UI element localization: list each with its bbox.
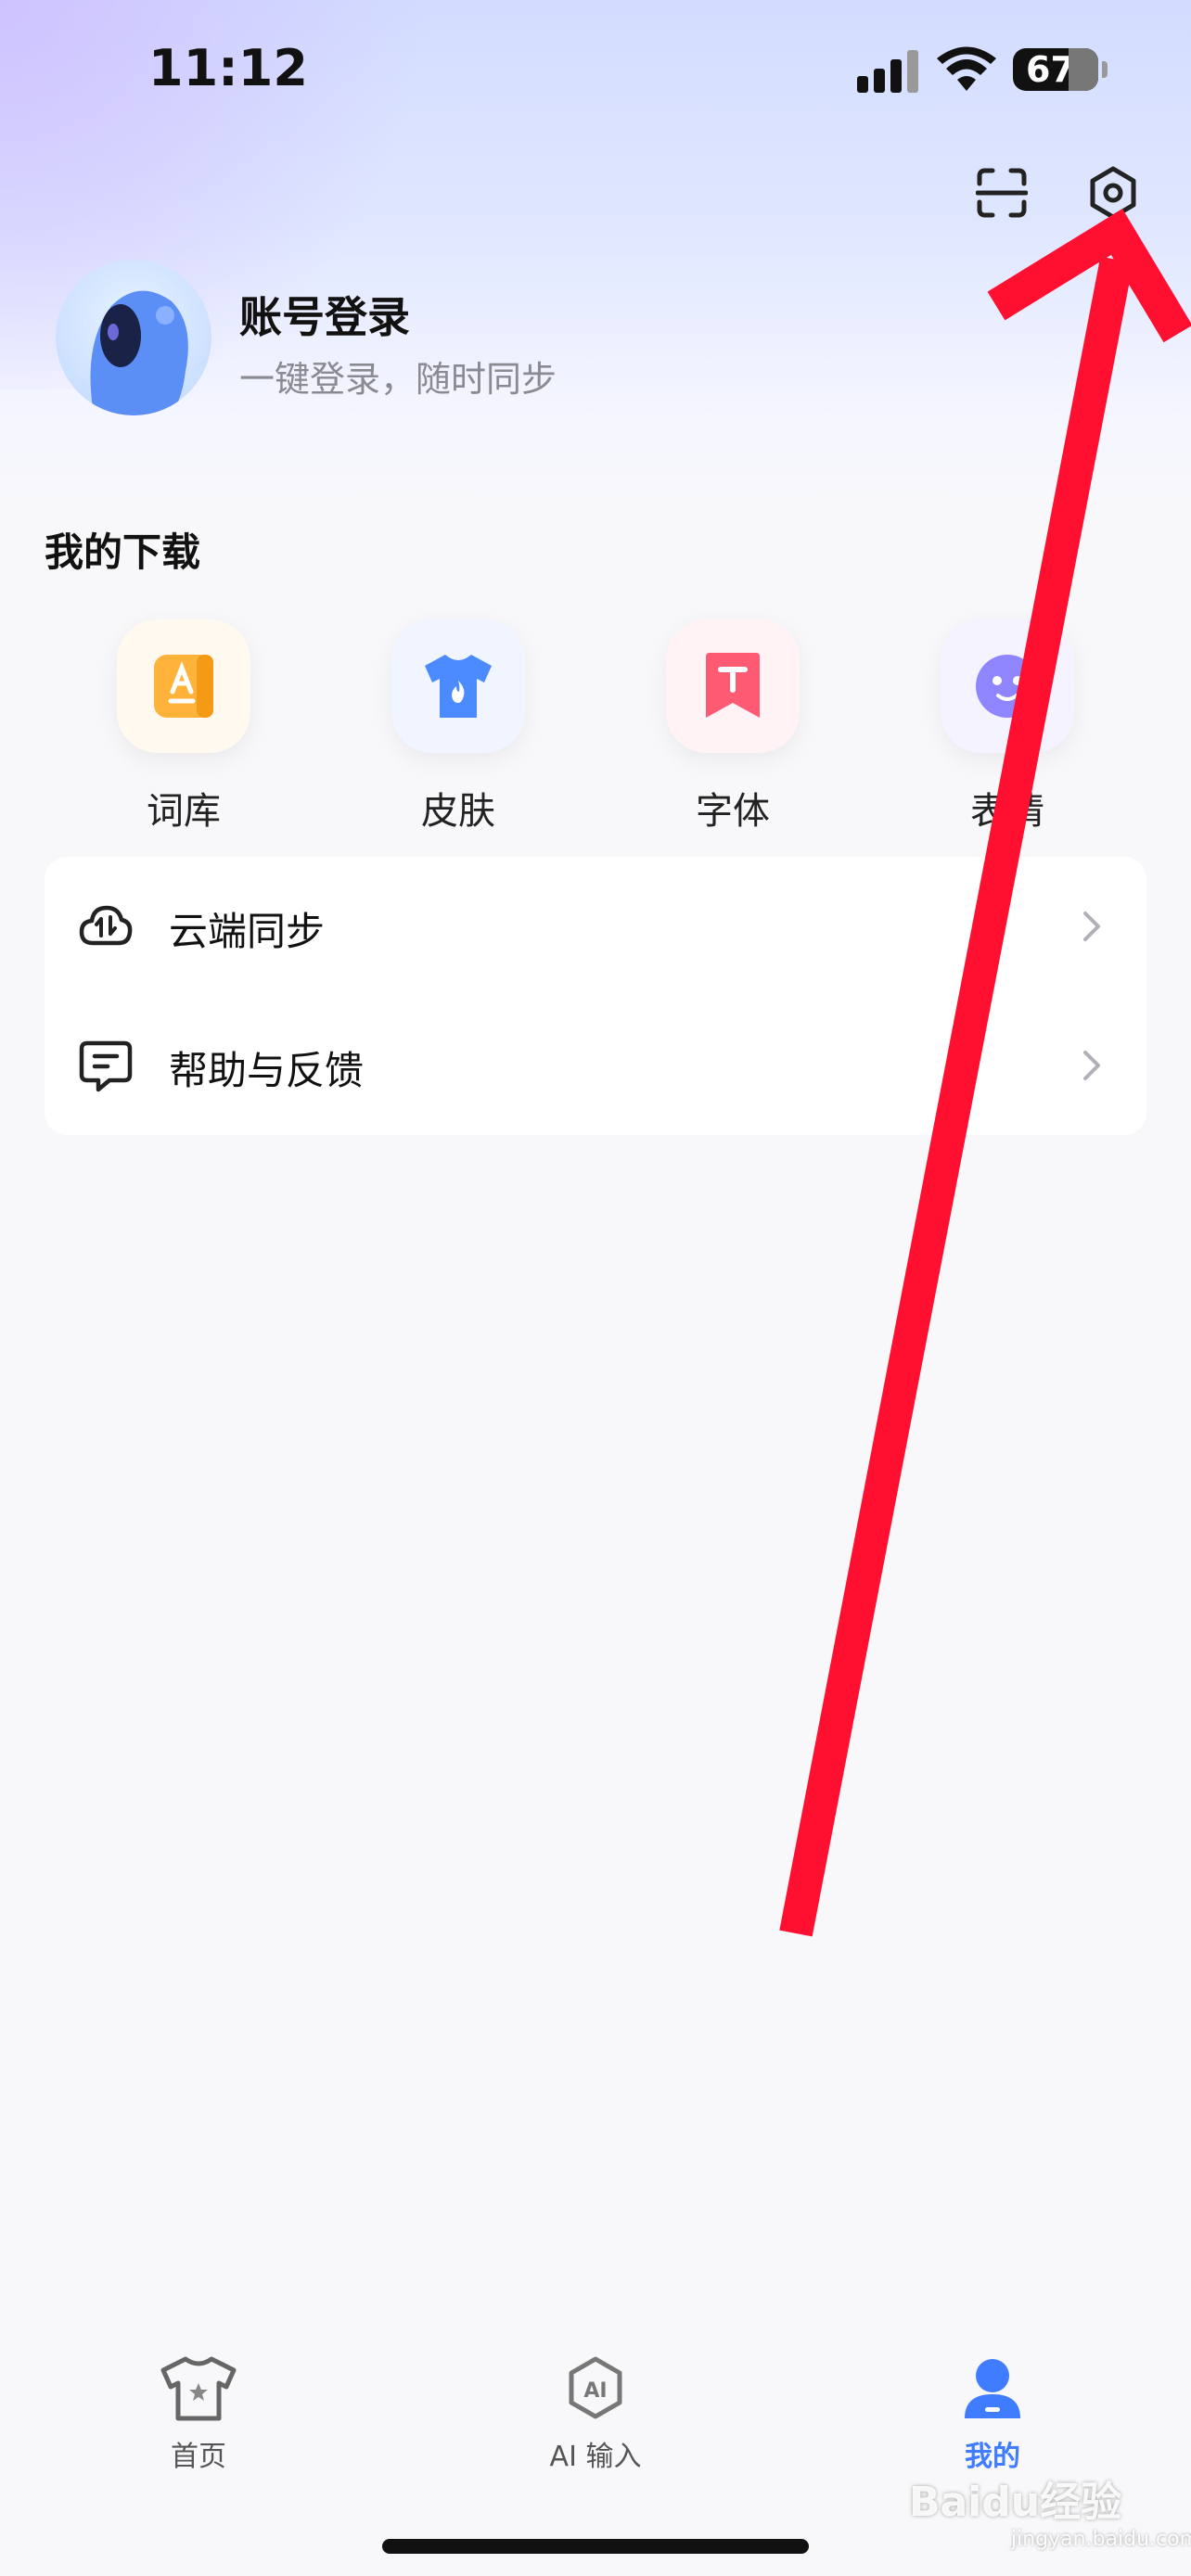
- download-item-font[interactable]: 字体: [640, 619, 826, 842]
- account-title[interactable]: 账号登录: [239, 284, 410, 345]
- cellular-signal-icon: [857, 50, 918, 93]
- battery-level: 67: [1026, 49, 1075, 90]
- chevron-right-icon: [1083, 1051, 1100, 1080]
- home-tshirt-icon: [160, 2356, 237, 2421]
- cloud-sync-icon: [79, 905, 133, 946]
- svg-text:AI: AI: [583, 2379, 607, 2403]
- battery-indicator: 67: [1013, 48, 1108, 91]
- profile-icon: [965, 2359, 1020, 2418]
- menu-card: 云端同步 帮助与反馈: [45, 857, 1146, 1135]
- menu-item-cloud-sync[interactable]: 云端同步: [45, 857, 1146, 996]
- emoji-icon: [976, 655, 1039, 718]
- download-label: 皮肤: [421, 790, 495, 833]
- tab-home[interactable]: 首页: [96, 2355, 301, 2485]
- download-label: 表情: [970, 790, 1044, 833]
- menu-item-label: 云端同步: [169, 909, 326, 954]
- home-indicator[interactable]: [382, 2539, 809, 2554]
- mascot-avatar-icon: [90, 290, 188, 415]
- tab-profile[interactable]: 我的: [890, 2355, 1095, 2485]
- tab-ai-input[interactable]: AI AI 输入: [493, 2355, 698, 2485]
- download-item-dictionary[interactable]: 词库: [91, 619, 276, 842]
- dictionary-icon: [154, 655, 213, 718]
- settings-button[interactable]: [1076, 156, 1150, 230]
- status-time: 11:12: [148, 39, 308, 97]
- wifi-icon: [937, 46, 996, 91]
- download-label: 字体: [696, 790, 770, 833]
- feedback-icon: [79, 1040, 133, 1092]
- download-item-skin[interactable]: 皮肤: [365, 619, 551, 842]
- settings-hexagon-icon: [1090, 166, 1136, 220]
- watermark-logo: Baidu经验: [909, 2479, 1122, 2526]
- watermark-url: jingyan.baidu.com: [1011, 2528, 1191, 2551]
- tab-label: AI 输入: [549, 2441, 642, 2473]
- font-icon: [706, 653, 760, 718]
- menu-item-label: 帮助与反馈: [169, 1048, 365, 1093]
- menu-item-help-feedback[interactable]: 帮助与反馈: [45, 996, 1146, 1135]
- account-subtitle: 一键登录，随时同步: [239, 359, 557, 400]
- skin-tshirt-icon: [425, 655, 492, 718]
- download-item-emoji[interactable]: 表情: [915, 619, 1100, 842]
- avatar[interactable]: [56, 260, 211, 415]
- tab-label: 首页: [171, 2441, 226, 2473]
- ai-input-icon: AI: [569, 2356, 622, 2419]
- chevron-right-icon: [1083, 912, 1100, 941]
- scan-button[interactable]: [965, 156, 1039, 230]
- downloads-section-title: 我的下载: [45, 529, 201, 575]
- download-label: 词库: [147, 790, 221, 833]
- scan-icon: [976, 168, 1028, 218]
